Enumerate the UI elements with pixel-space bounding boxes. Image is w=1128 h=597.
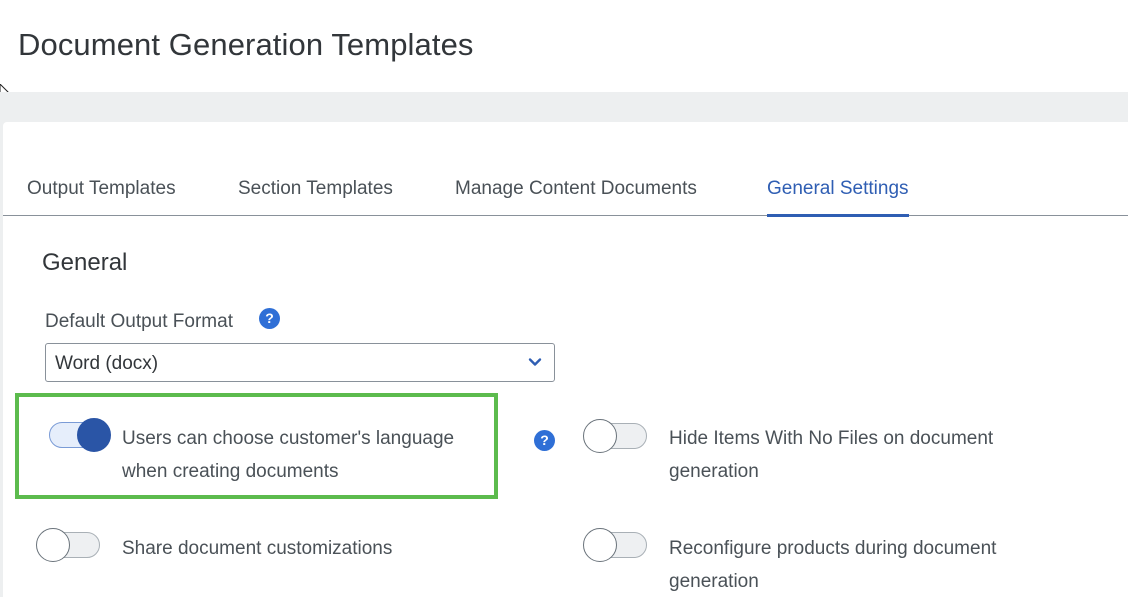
tab-bar: Output Templates Section Templates Manag…	[3, 122, 1128, 217]
choose-language-label-line2: when creating documents	[122, 461, 339, 482]
tab-section-templates[interactable]: Section Templates	[238, 178, 393, 216]
share-customizations-switch[interactable]	[36, 528, 100, 562]
hide-items-switch[interactable]	[583, 419, 647, 453]
reconfigure-products-switch[interactable]	[583, 528, 647, 562]
choose-language-label: Users can choose customer's language whe…	[122, 422, 454, 488]
choose-language-label-line1: Users can choose customer's language	[122, 428, 455, 449]
tab-general-settings[interactable]: General Settings	[767, 178, 909, 217]
hide-items-label-line2: generation	[669, 461, 759, 482]
reconfigure-products-label: Reconfigure products during document gen…	[669, 532, 996, 597]
default-output-format-value: Word (docx)	[55, 353, 159, 374]
switch-knob	[583, 528, 617, 562]
share-customizations-label-line1: Share document customizations	[122, 538, 393, 559]
choose-language-help-icon[interactable]: ?	[534, 430, 555, 451]
default-output-format-label: Default Output Format	[45, 311, 233, 332]
settings-card: Output Templates Section Templates Manag…	[3, 122, 1128, 597]
switch-knob	[36, 528, 70, 562]
share-customizations-label: Share document customizations	[122, 532, 392, 565]
section-title-general: General	[42, 249, 128, 276]
page-header: Document Generation Templates	[0, 0, 1128, 92]
reconfigure-products-label-line2: generation	[669, 571, 759, 592]
tab-manage-content-documents[interactable]: Manage Content Documents	[455, 178, 697, 216]
switch-knob	[583, 419, 617, 453]
default-output-format-select[interactable]: Word (docx)	[45, 343, 555, 382]
tab-output-templates[interactable]: Output Templates	[27, 178, 176, 216]
reconfigure-products-label-line1: Reconfigure products during document	[669, 538, 997, 559]
page-title: Document Generation Templates	[18, 27, 474, 62]
chevron-down-icon	[528, 358, 542, 366]
hide-items-label-line1: Hide Items With No Files on document	[669, 428, 994, 449]
hide-items-label: Hide Items With No Files on document gen…	[669, 422, 993, 488]
switch-knob	[77, 418, 111, 452]
default-output-format-help-icon[interactable]: ?	[259, 308, 280, 329]
choose-language-switch[interactable]	[45, 418, 111, 452]
